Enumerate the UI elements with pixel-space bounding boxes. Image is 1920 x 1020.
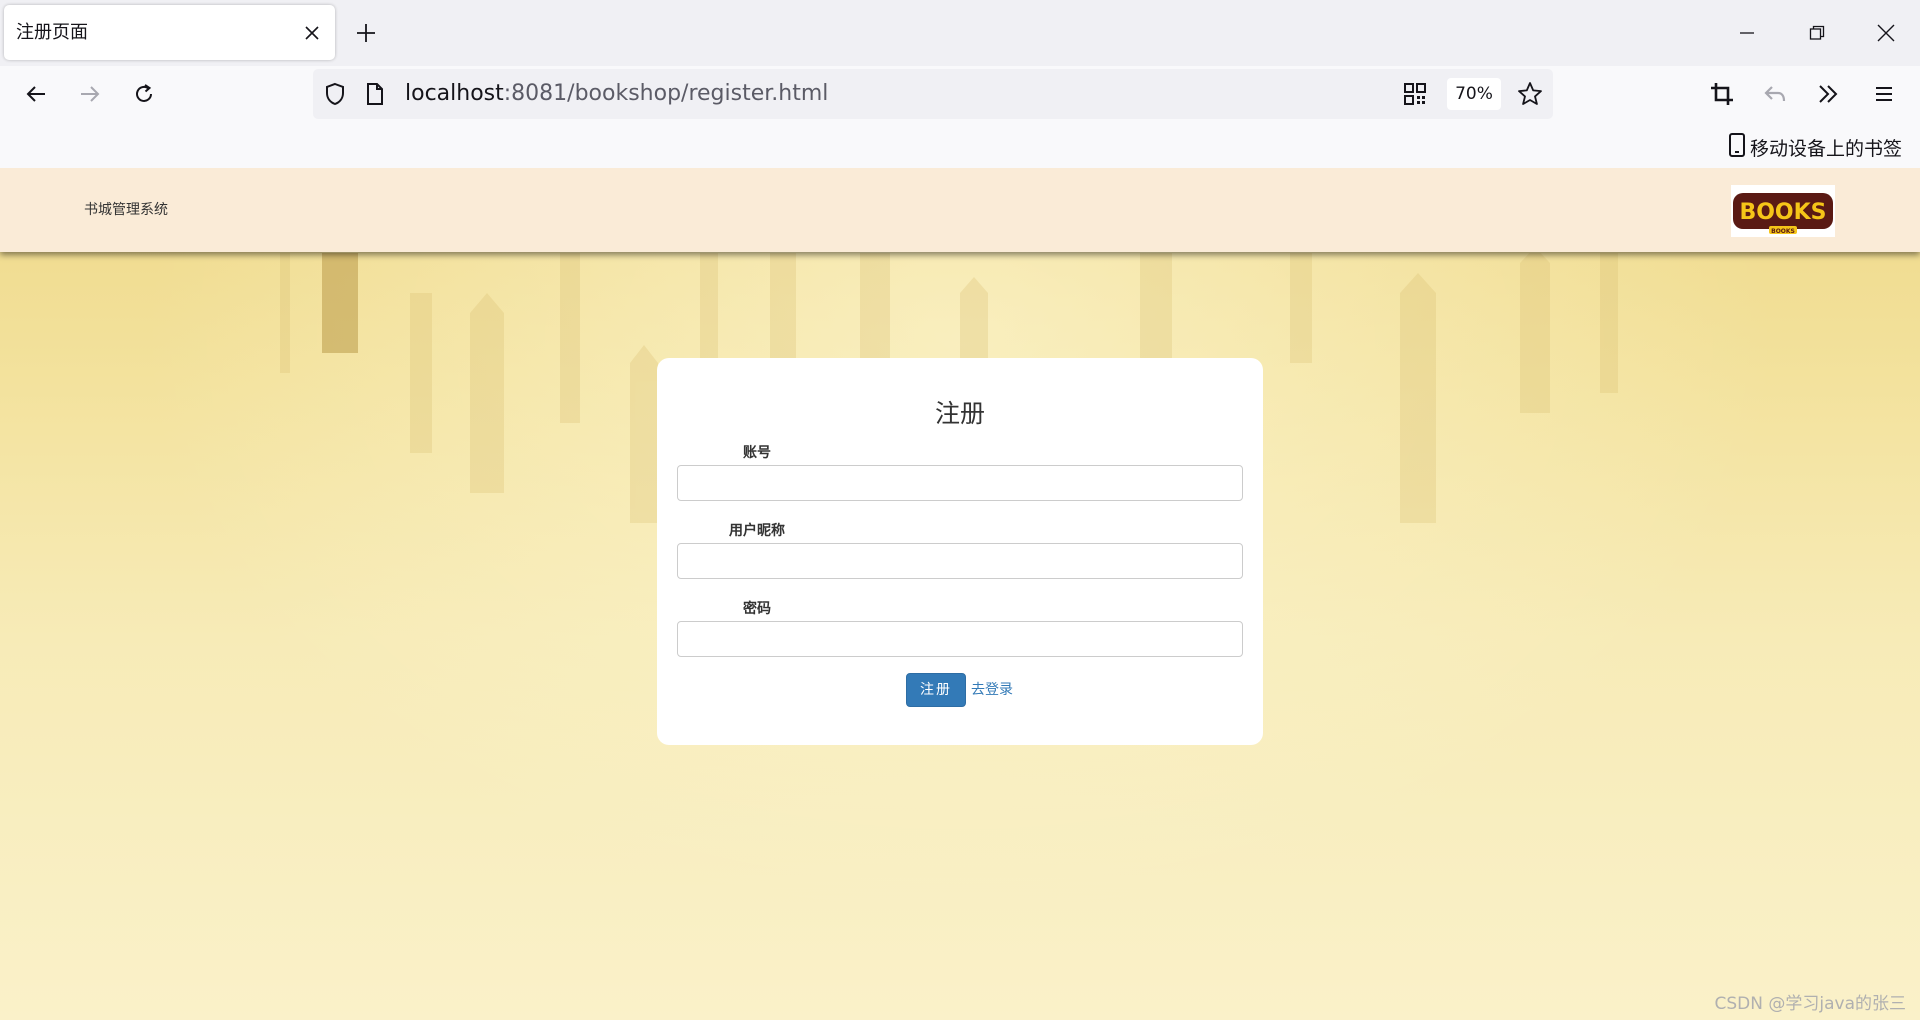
- logo-subtext: BOOKS: [1771, 228, 1795, 235]
- tab-register-page[interactable]: 注册页面: [4, 5, 335, 60]
- minimize-icon[interactable]: [1724, 10, 1770, 56]
- page-icon[interactable]: [355, 74, 395, 114]
- go-login-link[interactable]: 去登录: [971, 673, 1013, 707]
- logo-text: BOOKS: [1739, 200, 1826, 225]
- brand-title[interactable]: 书城管理系统: [84, 168, 168, 252]
- tab-strip: 注册页面: [0, 0, 1920, 66]
- window-close-icon[interactable]: [1863, 10, 1909, 56]
- zoom-level-badge[interactable]: 70%: [1447, 78, 1501, 110]
- url-host: localhost: [405, 81, 504, 106]
- url-text[interactable]: localhost:8081/bookshop/register.html: [405, 69, 828, 119]
- books-logo: BOOKS BOOKS: [1731, 185, 1835, 237]
- watermark-text: CSDN @学习java的张三: [1714, 994, 1907, 1014]
- undo-icon[interactable]: [1755, 74, 1795, 114]
- menu-icon[interactable]: [1864, 74, 1904, 114]
- back-arrow-icon[interactable]: [16, 74, 56, 114]
- reload-icon[interactable]: [124, 74, 164, 114]
- site-header: 书城管理系统 BOOKS BOOKS: [0, 168, 1920, 252]
- shield-icon[interactable]: [315, 74, 355, 114]
- crop-icon[interactable]: [1702, 74, 1742, 114]
- nickname-label: 用户昵称: [729, 523, 785, 539]
- restore-icon[interactable]: [1794, 10, 1840, 56]
- nickname-input[interactable]: [677, 543, 1243, 579]
- qr-code-icon[interactable]: [1395, 74, 1435, 114]
- close-icon[interactable]: [298, 19, 325, 46]
- mobile-device-icon: [1728, 132, 1746, 163]
- forward-arrow-icon[interactable]: [70, 74, 110, 114]
- register-button[interactable]: 注册: [906, 673, 966, 707]
- mobile-bookmarks-label: 移动设备上的书签: [1749, 137, 1902, 160]
- address-bar[interactable]: localhost:8081/bookshop/register.html 70…: [313, 69, 1553, 119]
- overflow-chevrons-icon[interactable]: [1808, 74, 1848, 114]
- tab-title: 注册页面: [16, 22, 88, 43]
- password-input[interactable]: [677, 621, 1243, 657]
- mobile-bookmarks[interactable]: 移动设备上的书签: [1728, 132, 1902, 162]
- url-path: :8081/bookshop/register.html: [503, 81, 829, 106]
- star-icon[interactable]: [1510, 74, 1550, 114]
- plus-icon[interactable]: [350, 17, 382, 49]
- register-card: 注册 账号 用户昵称 密码 注册 去登录: [657, 358, 1263, 745]
- page-viewport: 书城管理系统 BOOKS BOOKS 注册 账号 用户昵称 密码 注册 去登录 …: [0, 168, 1920, 1020]
- form-title: 注册: [934, 399, 985, 428]
- account-label: 账号: [743, 445, 771, 461]
- password-label: 密码: [743, 601, 771, 617]
- account-input[interactable]: [677, 465, 1243, 501]
